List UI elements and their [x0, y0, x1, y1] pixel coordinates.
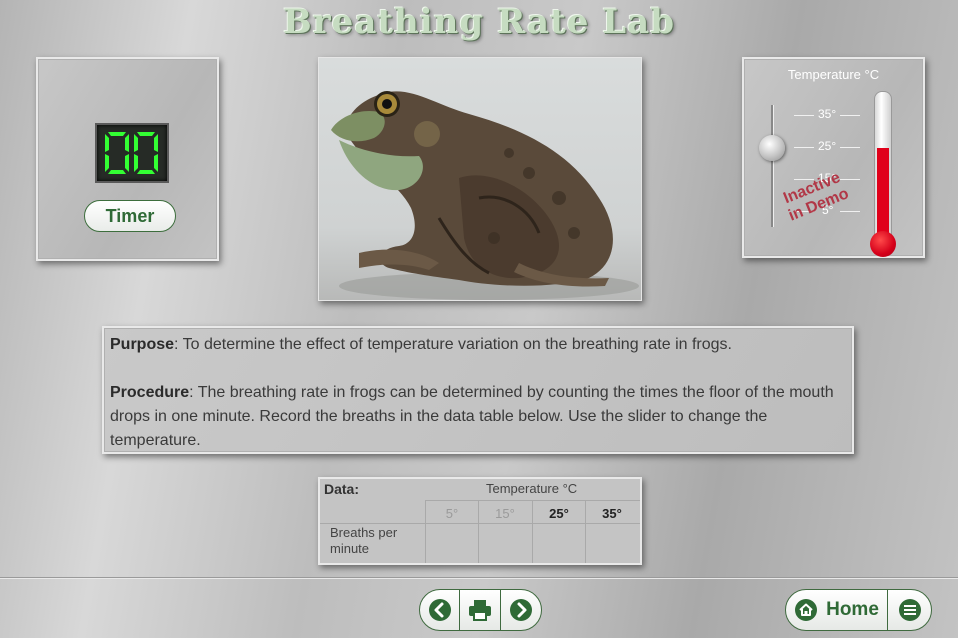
purpose-text: Purpose: To determine the effect of temp… [110, 333, 852, 453]
col-5: 5° [445, 506, 459, 521]
scale-tick [794, 147, 814, 148]
purpose-label: Purpose [110, 336, 175, 353]
thermometer [874, 91, 892, 253]
frog-image-icon [331, 91, 639, 300]
procedure-body: : The breathing rate in frogs can be det… [110, 384, 834, 449]
procedure-label: Procedure [110, 384, 190, 401]
data-header: Temperature °C [486, 481, 578, 496]
chevron-left-icon [428, 599, 451, 621]
purpose-panel: Purpose: To determine the effect of temp… [102, 326, 854, 454]
print-button[interactable] [460, 590, 500, 630]
menu-button[interactable] [888, 590, 931, 630]
purpose-paragraph: Purpose: To determine the effect of temp… [110, 333, 852, 357]
frog-photo [318, 57, 642, 301]
col-15: 15° [495, 506, 515, 521]
scale-label-25: 25° [818, 139, 837, 153]
timer-display [95, 123, 169, 183]
temperature-slider-track[interactable] [771, 105, 774, 227]
back-button[interactable] [420, 590, 459, 630]
app-title: Breathing Rate Lab [283, 2, 675, 42]
menu-icon [898, 599, 921, 621]
inactive-demo-stamp: Inactive in Demo [780, 168, 852, 225]
home-label: Home [826, 599, 879, 620]
scale-tick [840, 115, 860, 116]
thermometer-fill [877, 148, 889, 244]
data-cell-25[interactable] [533, 525, 585, 559]
timer-button[interactable]: Timer [84, 200, 176, 232]
purpose-body: : To determine the effect of temperature… [174, 336, 732, 353]
col-25: 25° [549, 506, 569, 521]
procedure-paragraph: Procedure: The breathing rate in frogs c… [110, 381, 852, 453]
col-35: 35° [602, 506, 622, 521]
data-cell-5[interactable] [426, 525, 478, 559]
temperature-panel: Temperature °C 35° 25° 15° 5° Inactive i… [742, 57, 925, 258]
timer-digits-icon [105, 132, 158, 174]
scale-tick [840, 147, 860, 148]
row-label: Breaths per minute [330, 525, 398, 556]
data-cell-15[interactable] [479, 525, 531, 559]
home-nav-group: Home [785, 589, 932, 631]
forward-button[interactable] [501, 590, 541, 630]
grid-line [320, 523, 640, 524]
scale-tick [794, 115, 814, 116]
chevron-right-icon [510, 599, 532, 621]
data-cell-35[interactable] [586, 525, 638, 559]
thermometer-bulb [870, 231, 896, 257]
temperature-slider-knob[interactable] [759, 135, 785, 161]
temperature-label: Temperature °C [787, 67, 880, 82]
data-title: Data: [324, 481, 360, 497]
page-nav-group [419, 589, 542, 631]
printer-icon [469, 600, 491, 621]
home-button[interactable]: Home [786, 590, 887, 630]
timer-panel: Timer [36, 57, 219, 261]
home-icon [795, 599, 818, 621]
scale-label-35: 35° [818, 107, 837, 121]
data-table: Data: Temperature °C 5° 15° 25° 35° Brea… [318, 477, 642, 565]
scale-tick [840, 211, 860, 212]
footer-divider [0, 578, 958, 579]
